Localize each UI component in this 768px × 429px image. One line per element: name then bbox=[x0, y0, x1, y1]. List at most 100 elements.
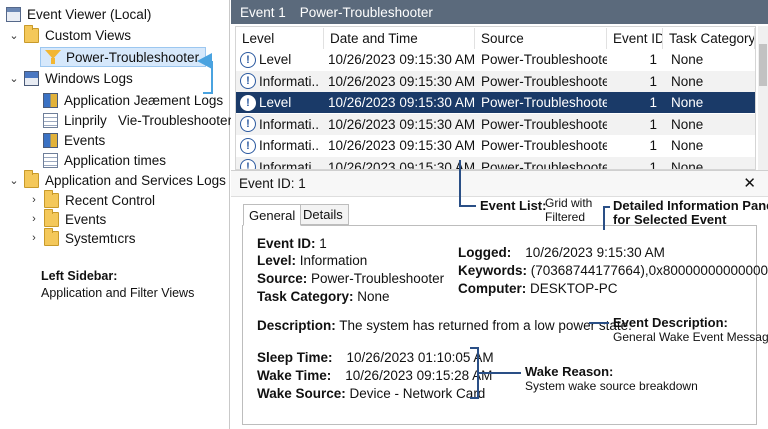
annotation-event-description: Event Description: General Wake Event Mes… bbox=[613, 315, 768, 345]
sidebar-tree: Event Viewer (Local) ⌄ Custom Views Powe… bbox=[0, 0, 232, 429]
table-row[interactable]: ! Level 10/26/2023 09:15:30 AM Power-Troubl… bbox=[236, 49, 755, 70]
chevron-down-icon[interactable]: ⌄ bbox=[8, 72, 20, 85]
event-title-source: Power-Troubleshooter bbox=[299, 4, 433, 20]
cell-date: 10/26/2023 09:15:30 AM bbox=[324, 135, 475, 156]
cell-source: Power-Troubleshooter bbox=[475, 71, 607, 92]
detail-task-category: Task Category: None bbox=[257, 289, 390, 304]
cell-task-category: None bbox=[663, 135, 755, 156]
cell-level: ! Informati.. bbox=[236, 157, 324, 170]
detail-logged: Logged: 10/26/2023 9:15:30 AM bbox=[458, 245, 665, 260]
cell-event-id: 1 bbox=[607, 135, 663, 156]
tree-label-app-services-item: Recent Control bbox=[65, 192, 156, 208]
cell-task-category: None bbox=[663, 92, 755, 113]
cell-level: ! Informati.. bbox=[236, 135, 324, 156]
detail-wake-time: Wake Time: 10/26/2023 09:15:28 AM bbox=[257, 368, 493, 383]
table-row[interactable]: ! Level 10/26/2023 09:15:30 AM Power-Troubl… bbox=[236, 92, 755, 113]
cell-event-id-text: 1 bbox=[649, 116, 657, 132]
tree-label-windows-log: Vie-Troubleshooter bbox=[118, 112, 233, 128]
event-grid-scrollbar[interactable] bbox=[758, 26, 768, 170]
tree-item-windows-log[interactable]: Linprily bbox=[43, 110, 107, 130]
cell-source: Power-Troubleshooter bbox=[475, 92, 607, 113]
cell-source-text: Power-Troubleshooter bbox=[481, 52, 607, 67]
table-row[interactable]: ! Informati.. 10/26/2023 09:15:30 AM Power-… bbox=[236, 113, 755, 135]
cell-level-text: Informati.. bbox=[259, 159, 320, 170]
cell-level-text: Informati.. bbox=[259, 116, 320, 132]
tree-item-recent-control[interactable]: › Recent Control bbox=[28, 189, 156, 210]
tab-general[interactable]: General bbox=[243, 204, 302, 226]
tree-item-app-services-logs[interactable]: ⌄ Application and Services Logs bbox=[8, 169, 226, 190]
cell-date-text: 10/26/2023 09:15:30 AM bbox=[328, 138, 475, 153]
tree-item-windows-log[interactable]: Vie-Troubleshooter bbox=[118, 110, 232, 130]
tree-label-windows-log: Events bbox=[64, 132, 106, 148]
folder-icon bbox=[24, 169, 39, 188]
information-icon: ! bbox=[240, 73, 256, 89]
detail-computer: Computer: DESKTOP-PC bbox=[458, 281, 618, 296]
cell-level-text: Level bbox=[259, 95, 292, 110]
cell-event-id-text: 1 bbox=[649, 73, 657, 89]
tree-item-custom-views[interactable]: ⌄ Custom Views bbox=[8, 24, 132, 45]
table-row[interactable]: ! Informati.. 10/26/2023 09:15:30 AM Power-… bbox=[236, 70, 755, 92]
table-row[interactable]: ! Informati.. 10/26/2023 09:15:30 AM Power-… bbox=[236, 135, 755, 156]
cell-event-id-text: 1 bbox=[649, 138, 657, 153]
information-icon: ! bbox=[240, 137, 256, 154]
sidebar-annotation-title: Left Sidebar: bbox=[41, 269, 118, 283]
column-header-task-category[interactable]: Task Category bbox=[663, 28, 755, 49]
cell-event-id: 1 bbox=[607, 114, 663, 135]
cell-task-category-text: None bbox=[671, 116, 704, 132]
cell-date: 10/26/2023 09:15:30 AM bbox=[324, 114, 475, 135]
detail-wake-source: Wake Source: Device - Network Card bbox=[257, 386, 486, 401]
information-icon: ! bbox=[240, 116, 256, 132]
cell-task-category-text: None bbox=[671, 73, 704, 89]
tree-label-windows-log: Application times bbox=[64, 152, 167, 168]
tree-item-events[interactable]: › Events bbox=[28, 208, 107, 229]
cell-date: 10/26/2023 09:15:30 AM bbox=[324, 49, 475, 70]
folder-icon bbox=[44, 208, 59, 227]
cell-task-category: None bbox=[663, 114, 755, 135]
detail-source: Source: Power-Troubleshooter bbox=[257, 271, 445, 286]
cell-event-id: 1 bbox=[607, 71, 663, 92]
close-icon[interactable]: ✕ bbox=[743, 174, 756, 192]
tree-item-windows-log[interactable]: Application Jeæment Logs bbox=[43, 90, 223, 110]
chevron-down-icon[interactable]: ⌄ bbox=[8, 29, 20, 42]
column-header-event-id[interactable]: Event ID bbox=[607, 28, 663, 49]
tree-label-custom-views: Custom Views bbox=[45, 27, 132, 43]
tree-item-power-troubleshooter-view[interactable]: Power-Troubleshooter bbox=[40, 47, 207, 67]
annotation-event-list-title: Event List: bbox=[480, 198, 547, 213]
tab-details[interactable]: Details bbox=[297, 204, 349, 225]
cell-task-category-text: None bbox=[671, 52, 704, 67]
annotation-detail-panel: Detailed Information Panel for Selected E… bbox=[613, 198, 768, 227]
cell-source: Power-Troubleshooter bbox=[475, 49, 607, 70]
tree-root-label: Event Viewer (Local) bbox=[27, 6, 152, 22]
table-row[interactable]: ! Informati.. 10/26/2023 09:15:30 AM Power-… bbox=[236, 156, 755, 170]
tree-root-event-viewer[interactable]: Event Viewer (Local) bbox=[6, 4, 151, 24]
event-detail-title: Event ID: 1 bbox=[239, 176, 306, 191]
column-header-level[interactable]: Level bbox=[236, 28, 324, 49]
cell-source-text: Power-Troubleshooter bbox=[481, 73, 607, 89]
detail-sleep-time: Sleep Time: 10/26/2023 01:10:05 AM bbox=[257, 350, 494, 365]
tree-item-windows-log[interactable]: Application times bbox=[43, 150, 166, 170]
detail-event-id: Event ID: 1 bbox=[257, 236, 327, 251]
filter-icon bbox=[45, 50, 61, 64]
chevron-down-icon[interactable]: ⌄ bbox=[8, 174, 20, 187]
annotation-wake-reason: Wake Reason: System wake source breakdown bbox=[525, 364, 698, 394]
tree-label-app-services-item: Events bbox=[65, 211, 107, 227]
tree-label-app-services: Application and Services Logs bbox=[45, 172, 226, 188]
chevron-right-icon[interactable]: › bbox=[28, 213, 40, 225]
cell-event-id-text: 1 bbox=[649, 52, 657, 67]
cell-source-text: Power-Troubleshooter bbox=[481, 138, 607, 153]
column-header-date[interactable]: Date and Time bbox=[324, 28, 475, 49]
cell-event-id-text: 1 bbox=[649, 159, 657, 170]
event-list-title-bar: Event 1 Power-Troubleshooter bbox=[231, 0, 768, 24]
detail-keywords: Keywords: (70368744177664),0x80000000000… bbox=[458, 263, 768, 278]
column-header-source[interactable]: Source bbox=[475, 28, 607, 49]
chevron-right-icon[interactable]: › bbox=[28, 194, 40, 206]
cell-task-category-text: None bbox=[671, 138, 704, 153]
grid-header: Level Date and Time Source Event ID Task… bbox=[236, 28, 755, 49]
cell-level: ! Level bbox=[236, 92, 324, 113]
tree-item-windows-logs[interactable]: ⌄ Windows Logs bbox=[8, 68, 133, 88]
log-icon bbox=[43, 112, 58, 128]
chevron-right-icon[interactable]: › bbox=[28, 232, 40, 244]
tree-item-windows-log[interactable]: Events bbox=[43, 130, 105, 150]
tree-item-system[interactable]: › Systemtıcrs bbox=[28, 227, 136, 248]
scrollbar-thumb[interactable] bbox=[759, 44, 767, 86]
